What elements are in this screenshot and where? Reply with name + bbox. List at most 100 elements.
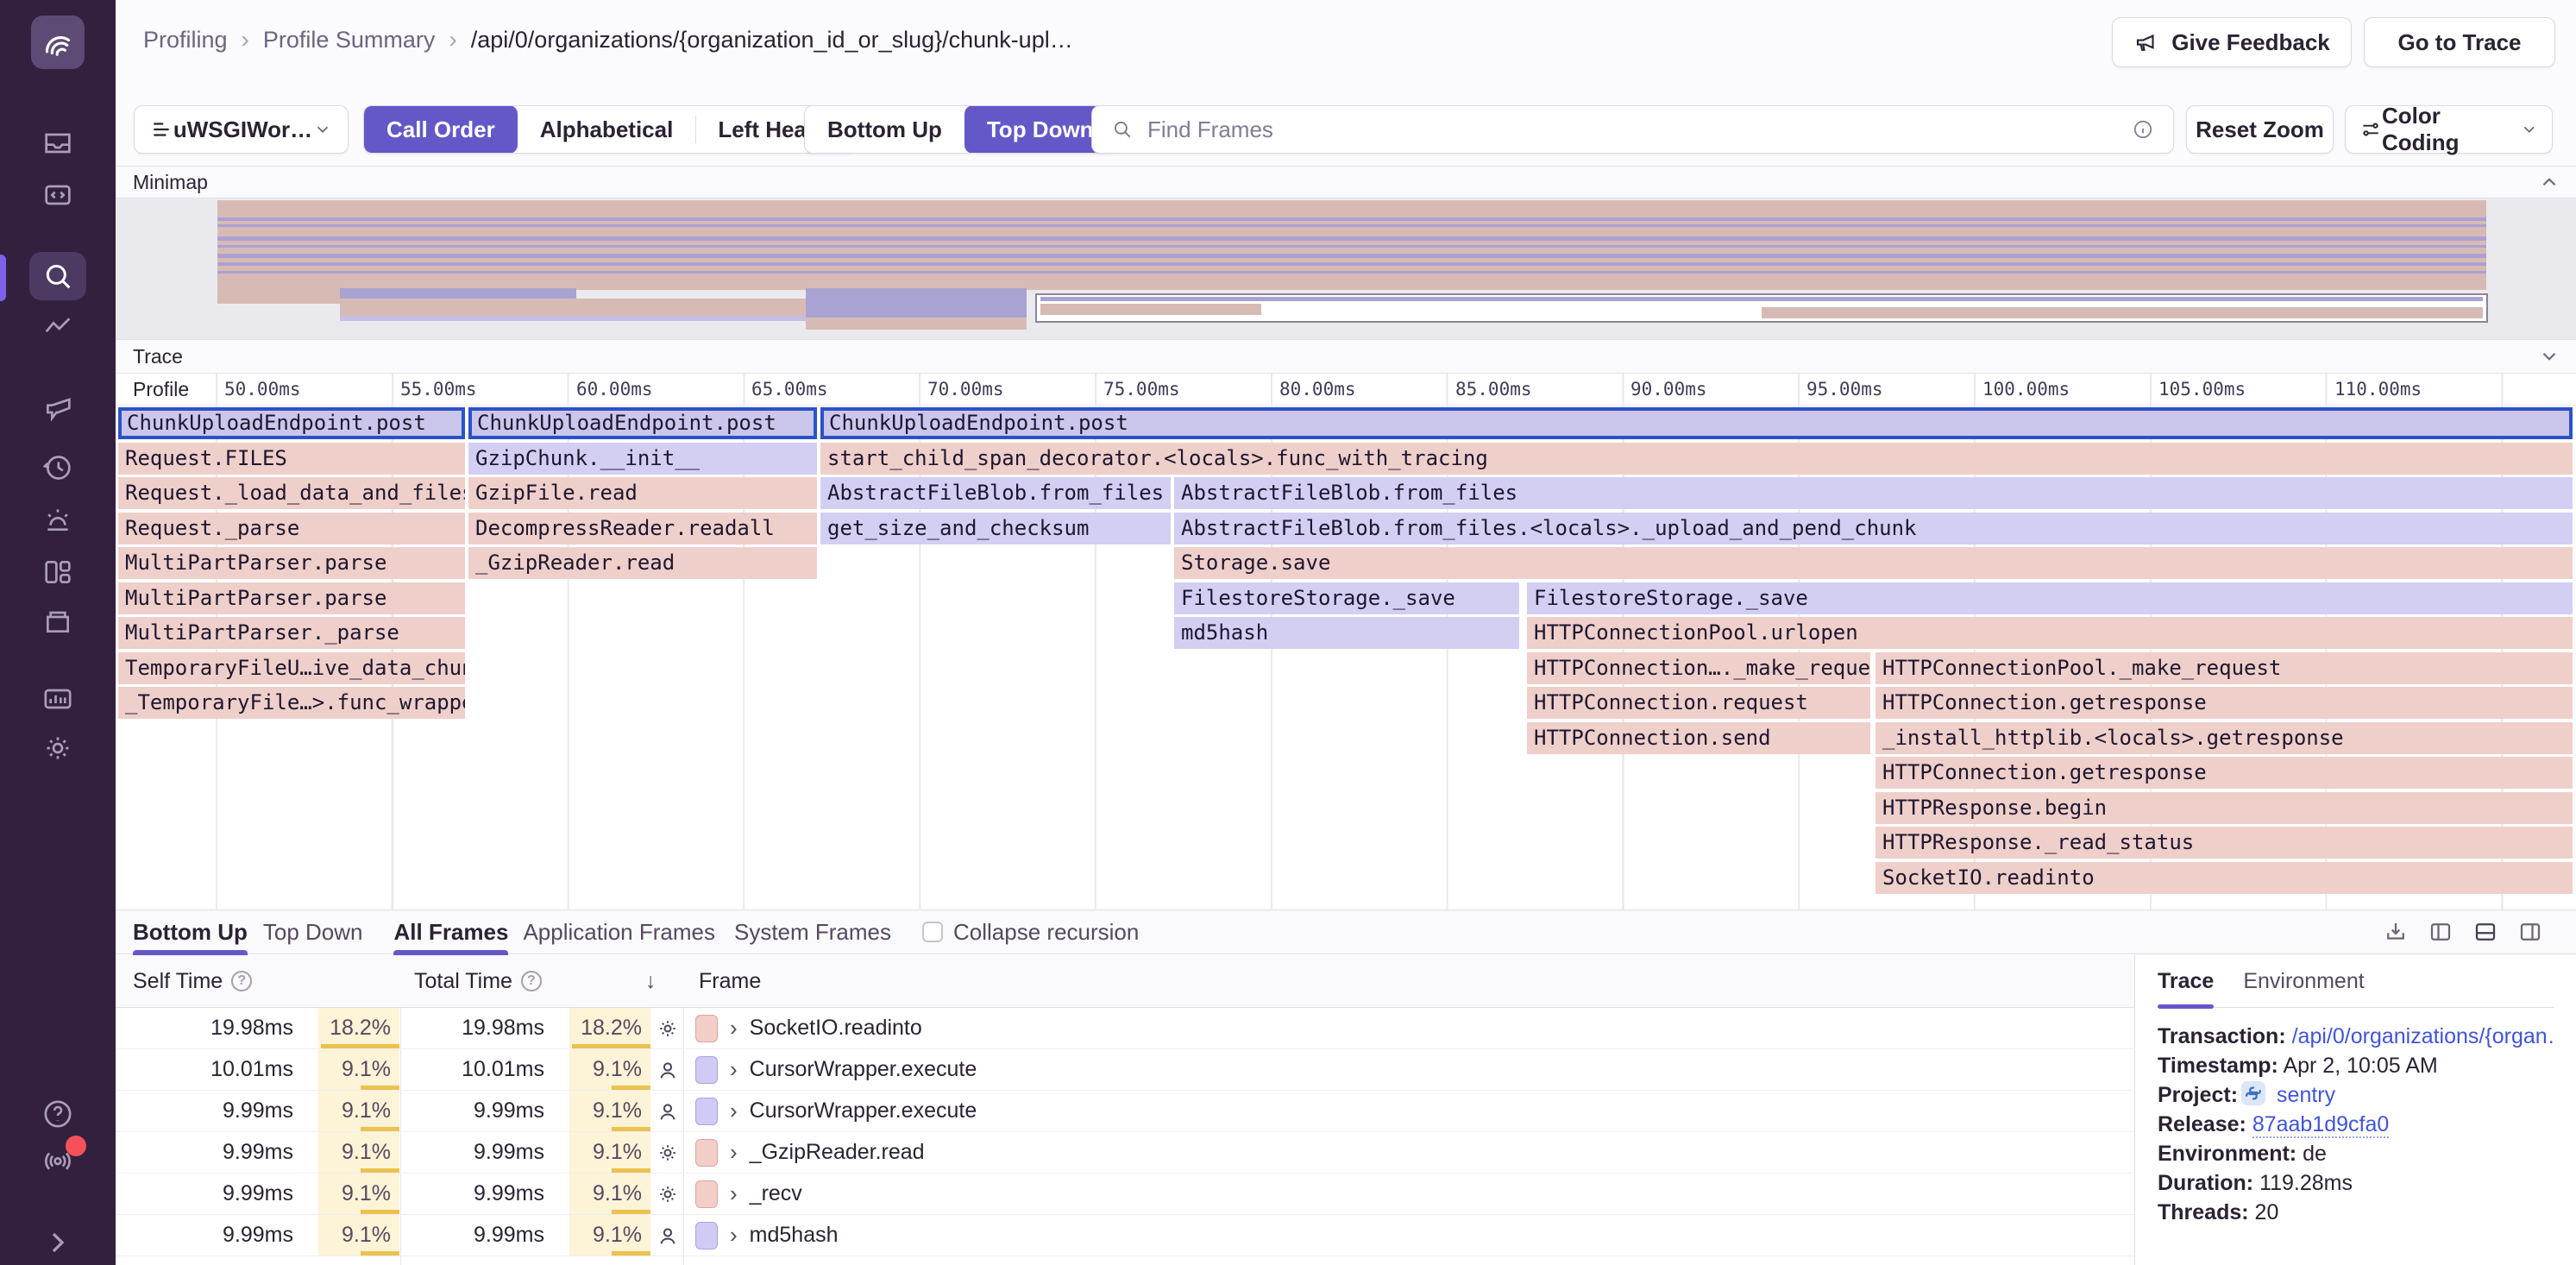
flame-frame[interactable]: _install_httplib.<locals>.getresponse <box>1875 722 2573 754</box>
frame-table-tabs: Bottom Up Top Down All Frames Application F… <box>116 909 2576 954</box>
color-coding-dropdown[interactable]: Color Coding <box>2345 105 2553 154</box>
sidebar-explore-icon[interactable] <box>0 174 116 216</box>
layout-right-icon[interactable] <box>2517 919 2543 945</box>
sidebar-expand-icon[interactable] <box>0 1222 116 1263</box>
table-row[interactable]: 19.98ms18.2%19.98ms18.2%›SocketIO.readin… <box>116 1008 2134 1049</box>
flame-frame[interactable]: AbstractFileBlob.from_files <box>820 477 1171 509</box>
expand-chevron[interactable]: › <box>730 1098 738 1124</box>
detail-tab-trace[interactable]: Trace <box>2158 955 2214 1008</box>
expand-chevron[interactable]: › <box>730 1139 738 1166</box>
sort-alphabetical[interactable]: Alphabetical <box>518 105 696 154</box>
tab-application-frames[interactable]: Application Frames <box>523 909 715 954</box>
flame-frame[interactable]: HTTPConnection.request <box>1527 687 1870 719</box>
collapse-recursion-toggle[interactable]: Collapse recursion <box>922 909 1139 954</box>
flame-frame[interactable]: HTTPConnection.send <box>1527 722 1870 754</box>
sidebar-settings-icon[interactable] <box>0 727 116 769</box>
flame-frame[interactable]: FilestoreStorage._save <box>1174 582 1519 614</box>
sidebar-issues-icon[interactable] <box>0 123 116 164</box>
sidebar-whats-new-icon[interactable] <box>0 1139 116 1180</box>
expand-chevron[interactable]: › <box>730 1015 738 1042</box>
tab-all-frames[interactable]: All Frames <box>393 909 508 954</box>
flame-frame[interactable]: ChunkUploadEndpoint.post <box>118 407 465 439</box>
table-row[interactable]: 10.01ms9.1%10.01ms9.1%›CursorWrapper.exe… <box>116 1049 2134 1091</box>
flame-frame[interactable]: _TemporaryFile…>.func_wrapper <box>118 687 465 719</box>
sidebar-replays-icon[interactable] <box>0 447 116 488</box>
sidebar-feedback-icon[interactable] <box>0 387 116 429</box>
sentry-logo[interactable] <box>31 16 85 69</box>
find-frames-input[interactable]: Find Frames <box>1091 105 2174 154</box>
flame-frame[interactable]: DecompressReader.readall <box>468 513 817 544</box>
sidebar-projects-icon[interactable] <box>0 601 116 642</box>
sidebar-dashboards-icon[interactable] <box>0 551 116 593</box>
transaction-link[interactable]: /api/0/organizations/{organ… <box>2292 1024 2554 1048</box>
download-icon[interactable] <box>2383 919 2409 945</box>
sidebar-help-icon[interactable] <box>0 1093 116 1135</box>
flame-frame[interactable]: Request._load_data_and_files <box>118 477 465 509</box>
frame-column-header[interactable]: Frame <box>699 955 761 1007</box>
flame-frame[interactable]: MultiPartParser.parse <box>118 547 465 579</box>
breadcrumb-profile-summary[interactable]: Profile Summary <box>263 27 436 53</box>
table-row[interactable]: 9.99ms9.1%9.99ms9.1%›md5hash <box>116 1215 2134 1256</box>
sidebar-insights-icon[interactable] <box>0 308 116 349</box>
thread-selector[interactable]: uWSGIWor… <box>134 105 349 154</box>
release-link[interactable]: 87aab1d9cfa0 <box>2252 1112 2389 1138</box>
reset-zoom-button[interactable]: Reset Zoom <box>2186 105 2334 154</box>
self-time-column-header[interactable]: Self Time? <box>133 955 252 1007</box>
sidebar-profiling-icon[interactable] <box>29 252 86 300</box>
flame-frame[interactable]: HTTPResponse._read_status <box>1875 827 2573 859</box>
table-row[interactable]: 9.99ms9.1%9.99ms9.1%›_recv <box>116 1174 2134 1215</box>
layout-left-icon[interactable] <box>2428 919 2453 945</box>
breadcrumb-profiling[interactable]: Profiling <box>143 27 228 53</box>
flame-frame[interactable]: Storage.save <box>1174 547 2573 579</box>
sort-direction-icon[interactable]: ↓ <box>645 955 657 1007</box>
go-to-trace-button[interactable]: Go to Trace <box>2364 17 2555 67</box>
flame-frame[interactable]: TemporaryFileU…ive_data_chunk <box>118 652 465 684</box>
flame-frame[interactable]: GzipFile.read <box>468 477 817 509</box>
give-feedback-button[interactable]: Give Feedback <box>2112 17 2352 67</box>
flame-frame[interactable]: start_child_span_decorator.<locals>.func… <box>820 443 2573 475</box>
sidebar-alerts-icon[interactable] <box>0 499 116 540</box>
flame-graph[interactable]: ChunkUploadEndpoint.postChunkUploadEndpo… <box>116 406 2576 909</box>
info-icon[interactable] <box>2132 118 2154 141</box>
tab-bottom-up[interactable]: Bottom Up <box>133 909 248 954</box>
table-row[interactable]: 9.99ms9.1%9.99ms9.1%›_GzipReader.read <box>116 1132 2134 1174</box>
total-time-column-header[interactable]: Total Time? <box>414 955 542 1007</box>
collapse-trace-icon[interactable] <box>2538 345 2560 368</box>
collapse-minimap-icon[interactable] <box>2538 171 2560 193</box>
flame-frame[interactable]: HTTPConnectionPool._make_request <box>1875 652 2573 684</box>
flame-frame[interactable]: ChunkUploadEndpoint.post <box>820 407 2573 439</box>
detail-tab-environment[interactable]: Environment <box>2243 955 2364 1008</box>
tab-system-frames[interactable]: System Frames <box>734 909 891 954</box>
flame-frame[interactable]: MultiPartParser._parse <box>118 617 465 649</box>
expand-chevron[interactable]: › <box>730 1222 738 1249</box>
flame-frame[interactable]: get_size_and_checksum <box>820 513 1171 544</box>
flame-frame[interactable]: MultiPartParser.parse <box>118 582 465 614</box>
table-row[interactable]: 9.99ms9.1%9.99ms9.1%›CursorWrapper.execu… <box>116 1091 2134 1132</box>
layout-bottom-icon[interactable] <box>2472 919 2498 945</box>
tab-top-down[interactable]: Top Down <box>263 909 363 954</box>
flame-frame[interactable]: FilestoreStorage._save <box>1527 582 2573 614</box>
expand-chevron[interactable]: › <box>730 1180 738 1207</box>
flame-frame[interactable]: _GzipReader.read <box>468 547 817 579</box>
flame-frame[interactable]: GzipChunk.__init__ <box>468 443 817 475</box>
collapse-recursion-checkbox[interactable] <box>922 922 943 942</box>
flame-frame[interactable]: HTTPConnection.getresponse <box>1875 757 2573 789</box>
flame-frame[interactable]: SocketIO.readinto <box>1875 862 2573 894</box>
project-link[interactable]: sentry <box>2277 1083 2335 1107</box>
flame-frame[interactable]: AbstractFileBlob.from_files.<locals>._up… <box>1174 513 2573 544</box>
flame-frame[interactable]: HTTPConnection.getresponse <box>1875 687 2573 719</box>
flame-frame[interactable]: HTTPConnection…._make_request <box>1527 652 1870 684</box>
flame-frame[interactable]: ChunkUploadEndpoint.post <box>468 407 817 439</box>
sort-call-order[interactable]: Call Order <box>364 105 518 154</box>
flame-frame[interactable]: md5hash <box>1174 617 1519 649</box>
minimap-canvas[interactable] <box>116 198 2576 339</box>
flame-frame[interactable]: Request._parse <box>118 513 465 544</box>
flame-frame[interactable]: HTTPConnectionPool.urlopen <box>1527 617 2573 649</box>
flame-frame[interactable]: AbstractFileBlob.from_files <box>1174 477 2573 509</box>
view-bottom-up[interactable]: Bottom Up <box>805 105 964 154</box>
flame-frame[interactable]: HTTPResponse.begin <box>1875 792 2573 824</box>
expand-chevron[interactable]: › <box>730 1056 738 1083</box>
flame-frame[interactable]: Request.FILES <box>118 443 465 475</box>
pct-bar <box>321 1044 399 1048</box>
sidebar-stats-icon[interactable] <box>0 678 116 720</box>
